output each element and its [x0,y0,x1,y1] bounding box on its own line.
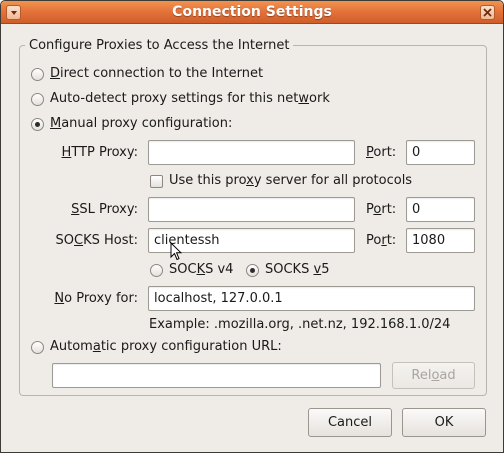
window-title: Connection Settings [172,4,332,20]
auto-detect-label[interactable]: Auto-detect proxy settings for this netw… [50,91,330,107]
manual-proxy-label[interactable]: Manual proxy configuration: [50,116,232,132]
manual-proxy-radio[interactable] [31,118,44,131]
http-port-input[interactable]: 0 [406,140,475,165]
socks-v5-radio[interactable] [246,264,259,277]
close-button[interactable] [480,5,495,20]
ssl-proxy-input[interactable] [148,197,355,222]
mouse-pointer-icon [170,242,182,261]
http-proxy-input[interactable] [148,140,355,165]
socks-host-label: SOCKS Host: [55,233,138,248]
use-for-all-label[interactable]: Use this proxy server for all protocols [169,173,412,189]
http-proxy-label: HTTP Proxy: [61,145,138,160]
no-proxy-example: Example: .mozilla.org, .net.nz, 192.168.… [149,317,451,332]
auto-config-url-radio[interactable] [31,341,44,354]
no-proxy-input[interactable]: localhost, 127.0.0.1 [148,286,475,311]
socks-v5-label[interactable]: SOCKS v5 [265,262,329,278]
socks-port-input[interactable]: 1080 [406,228,475,253]
close-icon [483,8,492,17]
ssl-proxy-label: SSL Proxy: [71,202,138,217]
reload-button[interactable]: Reload [392,362,475,389]
no-proxy-label: No Proxy for: [54,291,138,306]
direct-connection-label[interactable]: Direct connection to the Internet [50,66,263,82]
ssl-port-label: Port: [366,202,397,217]
direct-connection-radio[interactable] [31,68,44,81]
use-for-all-checkbox[interactable] [150,175,163,188]
auto-config-url-input[interactable] [52,363,381,388]
title-bar: Connection Settings [1,1,503,24]
http-port-label: Port: [366,145,397,160]
cancel-button[interactable]: Cancel [308,408,392,437]
connection-settings-dialog: Connection Settings Configure Proxies to… [0,0,504,453]
socks-v4-radio[interactable] [150,264,163,277]
auto-detect-radio[interactable] [31,93,44,106]
ok-button[interactable]: OK [402,408,486,437]
frame-legend: Configure Proxies to Access the Internet [25,37,294,54]
auto-config-url-label[interactable]: Automatic proxy configuration URL: [50,339,282,355]
ssl-port-input[interactable]: 0 [406,197,475,222]
socks-v4-label[interactable]: SOCKS v4 [169,262,233,278]
socks-port-label: Port: [366,233,397,248]
